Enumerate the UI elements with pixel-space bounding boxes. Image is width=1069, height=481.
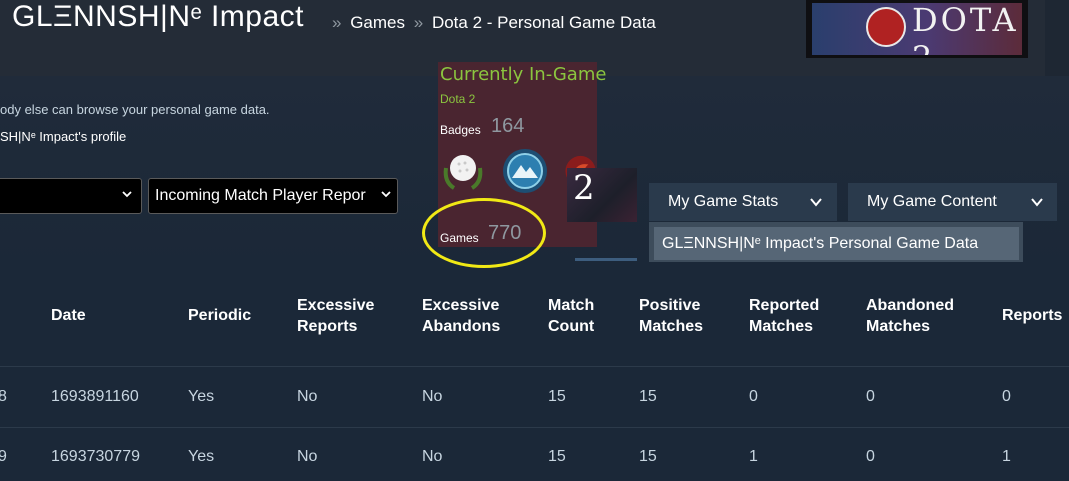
avatar-number: 2 (573, 168, 595, 208)
profile-link[interactable]: SH|Nᵉ Impact's profile (0, 129, 126, 144)
table-cell: 9 (0, 448, 7, 465)
golf-badge-icon (443, 155, 483, 190)
dropdown-item-personal-data[interactable]: GLΞNNSH|Nᵉ Impact's Personal Game Data (654, 227, 1019, 260)
table-cell: 0 (866, 388, 875, 405)
breadcrumb: » Games » Dota 2 - Personal Game Data (328, 13, 656, 33)
my-game-content-button[interactable]: My Game Content (848, 183, 1057, 221)
row-divider (0, 427, 1069, 428)
category-select[interactable] (0, 178, 142, 214)
avatar[interactable]: 2 (567, 168, 637, 222)
table-cell: No (297, 388, 318, 405)
privacy-note: ody else can browse your personal game d… (0, 102, 270, 117)
header-edge (1045, 0, 1069, 76)
column-header: Reported Matches (749, 297, 820, 335)
table-cell: 1 (749, 448, 758, 465)
column-header: Abandoned Matches (866, 297, 954, 335)
chevron-down-icon (381, 191, 391, 198)
dota-emblem-icon (866, 7, 906, 47)
table-cell: 8 (0, 388, 7, 405)
breadcrumb-personal-data[interactable]: Dota 2 - Personal Game Data (432, 13, 656, 32)
column-header: Reports (1002, 307, 1063, 324)
page-title[interactable]: GLΞNNSH|Nᵉ Impact (12, 0, 304, 34)
logo-text: DOTA 2 (912, 3, 1019, 55)
table-cell: 15 (548, 448, 566, 465)
tab-underline (575, 258, 637, 261)
highlight-circle (422, 198, 546, 268)
table-cell: No (422, 388, 443, 405)
report-type-select-value: Incoming Match Player Repor (155, 187, 366, 204)
breadcrumb-games[interactable]: Games (350, 13, 405, 32)
badges-count: 164 (491, 115, 525, 137)
chevron-down-icon (1031, 198, 1043, 207)
dota2-logo[interactable]: DOTA 2 (806, 0, 1028, 58)
table-cell: 1693730779 (51, 448, 140, 465)
breadcrumb-separator: » (332, 13, 342, 32)
table-cell: 0 (866, 448, 875, 465)
column-header: Match Count (548, 297, 595, 335)
mountain-badge-icon (503, 149, 547, 193)
chevron-down-icon (122, 191, 132, 198)
table-cell: 0 (1002, 388, 1011, 405)
report-type-select[interactable]: Incoming Match Player Repor (148, 178, 398, 214)
table-cell: 15 (639, 448, 657, 465)
my-game-content-label: My Game Content (867, 193, 997, 210)
column-header: Excessive Reports (297, 297, 375, 335)
chevron-down-icon (810, 198, 822, 207)
table-cell: No (297, 448, 318, 465)
row-divider (0, 366, 1069, 367)
column-header: Date (51, 307, 86, 324)
badges-label: Badges (440, 123, 481, 137)
column-header: Excessive Abandons (422, 297, 501, 335)
table-cell: 0 (749, 388, 758, 405)
my-game-stats-button[interactable]: My Game Stats (649, 183, 837, 221)
table-cell: 15 (548, 388, 566, 405)
table-cell: 1 (1002, 448, 1011, 465)
column-header: Periodic (188, 307, 252, 324)
breadcrumb-separator: » (413, 13, 424, 32)
table-cell: Yes (188, 448, 215, 465)
logo-art: DOTA 2 (812, 3, 1022, 55)
table-cell: No (422, 448, 443, 465)
my-game-stats-label: My Game Stats (668, 193, 779, 210)
in-game-status: Currently In-Game (440, 64, 607, 85)
table-cell: 1693891160 (51, 388, 139, 405)
current-game: Dota 2 (440, 92, 476, 106)
column-header: Positive Matches (639, 297, 704, 335)
table-cell: Yes (188, 388, 215, 405)
table-cell: 15 (639, 388, 657, 405)
game-stats-dropdown: GLΞNNSH|Nᵉ Impact's Personal Game Data (649, 222, 1023, 262)
